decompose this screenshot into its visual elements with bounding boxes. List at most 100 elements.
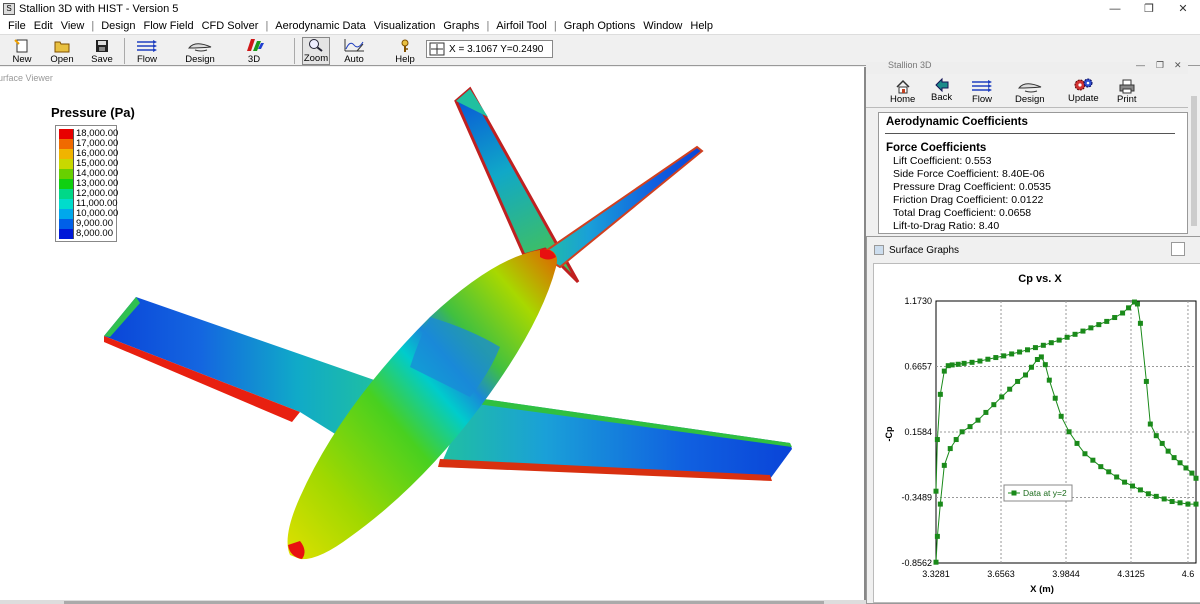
save-button[interactable]: Save bbox=[88, 37, 116, 65]
data-point bbox=[1080, 328, 1086, 334]
menu-file[interactable]: File bbox=[4, 20, 30, 32]
data-point bbox=[1193, 501, 1199, 507]
data-point bbox=[937, 501, 943, 507]
graph-area[interactable]: Cp vs. X X (m) -Cp 3.3281 3.6563 3.9844 4.3… bbox=[873, 263, 1200, 603]
view-3d-button[interactable]: 3D bbox=[240, 37, 268, 65]
view-3d-label: 3D bbox=[247, 54, 261, 65]
printer-icon bbox=[1119, 79, 1135, 94]
menu-graphs[interactable]: Graphs bbox=[439, 20, 483, 32]
y-tick-label: -0.3489 bbox=[901, 493, 932, 503]
x-tick-label: 3.9844 bbox=[1052, 569, 1080, 579]
panel-flow-button[interactable]: Flow bbox=[971, 79, 993, 105]
data-point bbox=[1104, 318, 1110, 324]
data-point bbox=[1052, 395, 1058, 401]
data-point bbox=[1137, 320, 1143, 326]
data-point bbox=[955, 361, 961, 367]
panel-minimize-button[interactable]: — bbox=[1136, 60, 1145, 70]
menu-cfd-solver[interactable]: CFD Solver bbox=[198, 20, 263, 32]
data-point bbox=[941, 462, 947, 468]
y-tick-label: 0.1584 bbox=[904, 427, 932, 437]
legend-swatch bbox=[59, 179, 74, 189]
home-button[interactable]: Home bbox=[890, 79, 915, 105]
menu-view[interactable]: View bbox=[57, 20, 89, 32]
restore-button[interactable]: ❐ bbox=[1132, 0, 1166, 18]
help-button[interactable]: Help bbox=[392, 37, 418, 65]
menu-graph-options[interactable]: Graph Options bbox=[560, 20, 640, 32]
new-button[interactable]: New bbox=[8, 37, 36, 65]
print-button[interactable]: Print bbox=[1117, 79, 1137, 105]
coefficients-heading: Aerodynamic Coefficients bbox=[886, 116, 1028, 128]
data-point bbox=[1137, 487, 1143, 493]
menu-aerodynamic-data[interactable]: Aerodynamic Data bbox=[271, 20, 370, 32]
minimize-button[interactable]: — bbox=[1098, 0, 1132, 18]
panel-design-button[interactable]: Design bbox=[1015, 79, 1045, 105]
data-point bbox=[1161, 496, 1167, 502]
scrollbar-thumb[interactable] bbox=[1191, 96, 1197, 226]
window-titlebar: S Stallion 3D with HIST - Version 5 — ❐ … bbox=[0, 0, 1200, 18]
data-point bbox=[1177, 500, 1183, 506]
legend-swatch bbox=[59, 159, 74, 169]
data-point bbox=[1056, 337, 1062, 343]
window-title: Stallion 3D with HIST - Version 5 bbox=[19, 3, 179, 15]
data-point bbox=[1153, 433, 1159, 439]
back-button[interactable]: Back bbox=[931, 77, 952, 103]
back-arrow-icon bbox=[934, 77, 949, 92]
data-point bbox=[937, 391, 943, 397]
chart-legend: Data at y=2 bbox=[1003, 484, 1073, 502]
data-point bbox=[1064, 334, 1070, 340]
back-label: Back bbox=[931, 92, 953, 103]
total-drag-coefficient: Total Drag Coefficient: 0.0658 bbox=[893, 207, 1032, 219]
gears-icon bbox=[1074, 78, 1093, 91]
menu-separator: | bbox=[486, 20, 490, 32]
coordinate-readout: X = 3.1067 Y=0.2490 bbox=[426, 40, 553, 58]
update-button[interactable]: Update bbox=[1068, 77, 1099, 104]
x-tick-label: 4.3125 bbox=[1117, 569, 1145, 579]
flow-button[interactable]: Flow bbox=[132, 37, 162, 65]
menu-bar: File Edit View | Design Flow Field CFD Solver |… bbox=[0, 18, 1200, 35]
toolbar-separator bbox=[124, 38, 125, 64]
open-button[interactable]: Open bbox=[47, 37, 77, 65]
zoom-button[interactable]: Zoom bbox=[302, 37, 330, 65]
magnifier-icon bbox=[309, 39, 323, 52]
new-file-icon bbox=[14, 39, 28, 53]
legend-swatch bbox=[59, 169, 74, 179]
auto-graph-icon bbox=[344, 39, 364, 52]
menu-airfoil-tool[interactable]: Airfoil Tool bbox=[492, 20, 551, 32]
home-label: Home bbox=[890, 94, 916, 105]
close-button[interactable]: ✕ bbox=[1166, 0, 1200, 18]
flow-arrows-icon bbox=[972, 80, 992, 92]
menu-edit[interactable]: Edit bbox=[30, 20, 57, 32]
data-point bbox=[1015, 378, 1021, 384]
graph-window-button[interactable] bbox=[1171, 242, 1185, 256]
legend-swatch bbox=[59, 229, 74, 239]
panel-close-button[interactable]: ✕ bbox=[1174, 60, 1182, 71]
menu-design[interactable]: Design bbox=[97, 20, 139, 32]
menu-flow-field[interactable]: Flow Field bbox=[139, 20, 197, 32]
menu-separator: | bbox=[553, 20, 557, 32]
data-point bbox=[961, 360, 967, 366]
menu-help[interactable]: Help bbox=[686, 20, 717, 32]
y-tick-label: 1.1730 bbox=[904, 296, 932, 306]
menu-visualization[interactable]: Visualization bbox=[370, 20, 440, 32]
horizontal-scrollbar[interactable] bbox=[0, 600, 866, 604]
panel-flow-label: Flow bbox=[971, 94, 993, 105]
data-point bbox=[1072, 331, 1078, 337]
new-label: New bbox=[12, 54, 32, 65]
x-tick-label: 3.3281 bbox=[922, 569, 950, 579]
menu-window[interactable]: Window bbox=[639, 20, 686, 32]
data-point bbox=[1025, 347, 1031, 353]
coordinate-text: X = 3.1067 Y=0.2490 bbox=[449, 43, 544, 55]
3d-view-icon bbox=[247, 39, 264, 51]
design-button[interactable]: Design bbox=[182, 37, 218, 65]
data-point bbox=[1171, 455, 1177, 461]
panel-restore-button[interactable]: ❐ bbox=[1156, 60, 1164, 71]
data-point bbox=[967, 424, 973, 430]
data-point bbox=[1098, 464, 1104, 470]
pressure-drag-coefficient: Pressure Drag Coefficient: 0.0535 bbox=[893, 181, 1051, 193]
data-point bbox=[1112, 315, 1118, 321]
graph-window-icon bbox=[874, 245, 884, 255]
coefficients-scrollbar[interactable] bbox=[1188, 96, 1200, 232]
auto-button[interactable]: Auto bbox=[340, 37, 368, 65]
legend-entry: 8,000.00 bbox=[59, 229, 113, 239]
surface-viewer[interactable]: Surface Viewer bbox=[0, 67, 866, 600]
